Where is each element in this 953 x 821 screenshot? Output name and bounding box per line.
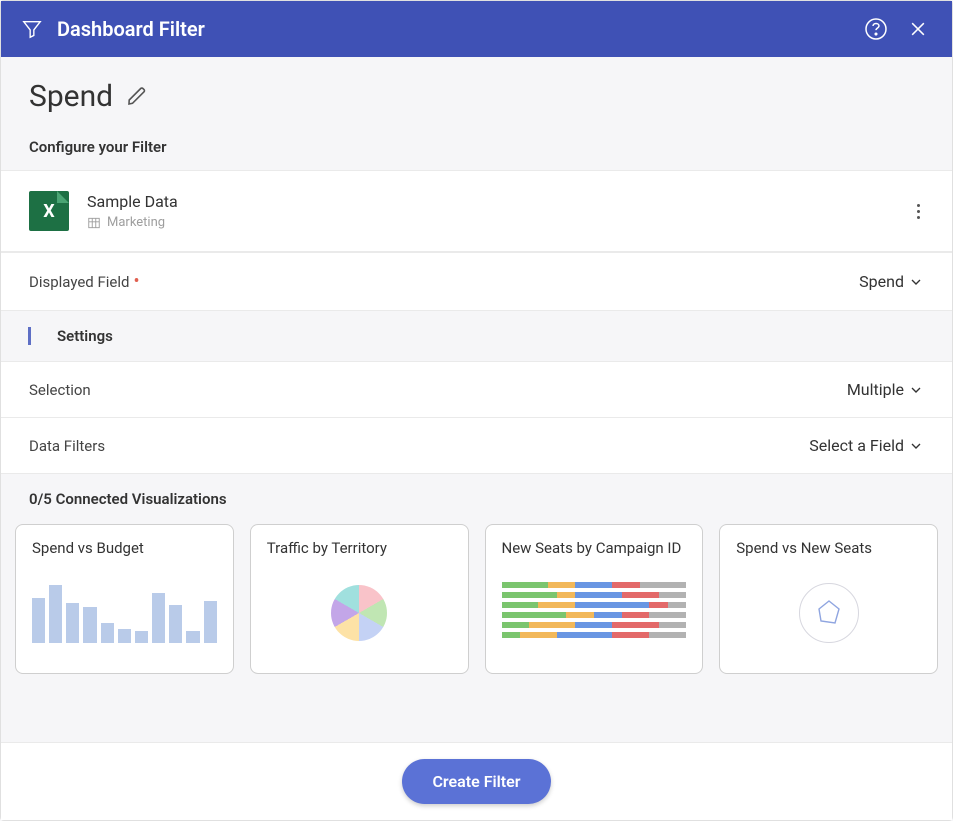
filter-name: Spend <box>29 79 113 114</box>
selection-select[interactable]: Multiple <box>847 380 924 399</box>
viz-title: Spend vs Budget <box>32 539 217 557</box>
dialog-header: Dashboard Filter <box>1 1 952 57</box>
data-filters-row: Data Filters Select a Field <box>1 417 952 473</box>
selection-row: Selection Multiple <box>1 361 952 417</box>
visualizations-header: 0/5 Connected Visualizations <box>15 490 938 524</box>
displayed-field-label: Displayed Field <box>29 273 130 291</box>
viz-card-bar[interactable]: Spend vs Budget <box>15 524 234 674</box>
datasource-name: Sample Data <box>87 192 178 211</box>
chevron-down-icon <box>908 438 924 454</box>
edit-name-icon[interactable] <box>125 84 151 110</box>
close-icon[interactable] <box>904 15 932 43</box>
excel-icon: X <box>29 191 69 231</box>
viz-title: Traffic by Territory <box>267 539 452 557</box>
visualizations-section: 0/5 Connected Visualizations Spend vs Bu… <box>1 473 952 742</box>
viz-card-pie[interactable]: Traffic by Territory <box>250 524 469 674</box>
help-icon[interactable] <box>862 15 890 43</box>
data-filters-label: Data Filters <box>29 437 105 455</box>
settings-header: Settings <box>1 310 952 361</box>
dialog-content: Spend Configure your Filter X Sample Dat… <box>1 57 952 742</box>
chevron-down-icon <box>908 274 924 290</box>
datasource-more-icon[interactable] <box>913 200 924 223</box>
dialog-footer: Create Filter <box>1 742 952 820</box>
viz-title: New Seats by Campaign ID <box>502 539 687 557</box>
selection-label: Selection <box>29 381 91 399</box>
viz-title: Spend vs New Seats <box>736 539 921 557</box>
dashboard-filter-dialog: Dashboard Filter Spend Configure your F <box>0 0 953 821</box>
table-icon <box>87 216 101 230</box>
dialog-title: Dashboard Filter <box>57 17 848 41</box>
required-dot: • <box>134 271 140 292</box>
chevron-down-icon <box>908 382 924 398</box>
configure-section-label: Configure your Filter <box>1 132 952 170</box>
displayed-field-select[interactable]: Spend <box>859 272 924 291</box>
viz-card-hbar[interactable]: New Seats by Campaign ID <box>485 524 704 674</box>
viz-card-radar[interactable]: Spend vs New Seats <box>719 524 938 674</box>
displayed-field-row: Displayed Field • Spend <box>1 252 952 310</box>
filter-name-row: Spend <box>1 57 952 132</box>
filter-icon <box>21 18 43 40</box>
data-filters-select[interactable]: Select a Field <box>809 436 924 455</box>
datasource-card: X Sample Data Marketing <box>1 170 952 252</box>
create-filter-button[interactable]: Create Filter <box>402 759 550 804</box>
datasource-table: Marketing <box>107 215 165 230</box>
